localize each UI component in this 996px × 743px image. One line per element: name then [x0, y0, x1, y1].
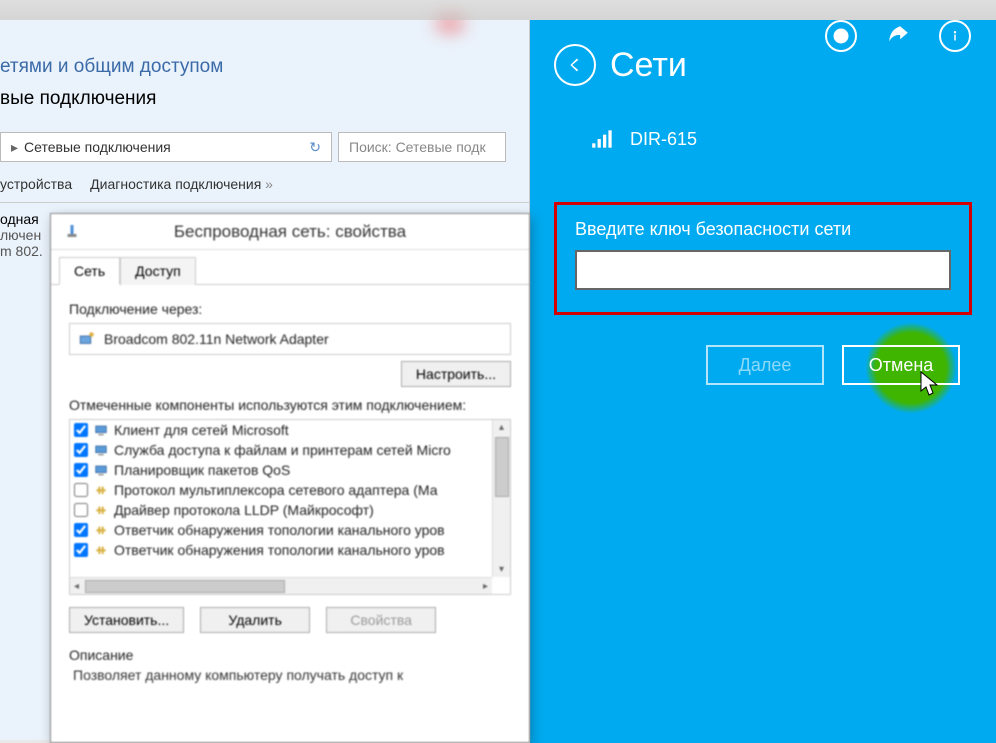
component-icon: [93, 502, 109, 518]
properties-button[interactable]: Свойства: [326, 607, 436, 633]
video-scrub-bar: [0, 0, 996, 20]
component-label: Протокол мультиплексора сетевого адаптер…: [114, 482, 437, 498]
explorer-toolbar: устройства Диагностика подключения »: [0, 170, 529, 198]
info-icon[interactable]: [939, 20, 971, 52]
scroll-left-icon[interactable]: ◂: [70, 581, 83, 592]
adapter-name: Broadcom 802.11n Network Adapter: [104, 331, 329, 347]
component-item[interactable]: Ответчик обнаружения топологии канальног…: [70, 520, 510, 540]
watch-later-icon[interactable]: [825, 20, 857, 52]
share-icon[interactable]: [882, 20, 914, 52]
component-item[interactable]: Клиент для сетей Microsoft: [70, 420, 510, 440]
component-item[interactable]: Служба доступа к файлам и принтерам сете…: [70, 440, 510, 460]
components-listbox[interactable]: Клиент для сетей Microsoft Служба доступа…: [69, 419, 511, 595]
search-placeholder: Поиск: Сетевые подк: [349, 139, 486, 155]
network-adapter-icon: [78, 330, 96, 348]
security-key-input[interactable]: [575, 250, 951, 290]
component-checkbox[interactable]: [74, 463, 88, 477]
networks-charm-panel: Сети DIR-615 Введите ключ безопасности с…: [530, 20, 996, 743]
connect-via-label: Подключение через:: [69, 301, 511, 317]
component-item[interactable]: Драйвер протокола LLDP (Майкрософт): [70, 500, 510, 520]
cancel-button[interactable]: Отмена: [842, 345, 960, 385]
highlight-annotation: Введите ключ безопасности сети: [554, 202, 972, 315]
security-key-label: Введите ключ безопасности сети: [575, 219, 951, 240]
component-icon: [93, 422, 109, 438]
component-icon: [93, 442, 109, 458]
component-checkbox[interactable]: [74, 523, 88, 537]
install-button[interactable]: Установить...: [69, 607, 184, 633]
breadcrumb-text: Сетевые подключения: [24, 139, 171, 155]
component-label: Ответчик обнаружения топологии канальног…: [114, 542, 445, 558]
component-icon: [93, 542, 109, 558]
back-button[interactable]: [554, 44, 596, 86]
breadcrumb[interactable]: ▸ Сетевые подключения ↻: [0, 132, 332, 162]
component-item[interactable]: Протокол мультиплексора сетевого адаптер…: [70, 480, 510, 500]
component-label: Планировщик пакетов QoS: [114, 462, 290, 478]
component-checkbox[interactable]: [74, 483, 88, 497]
explorer-title-2: вые подключения: [0, 82, 529, 132]
description-heading: Описание: [69, 647, 511, 663]
scroll-thumb[interactable]: [85, 580, 285, 593]
wifi-signal-icon: [590, 126, 616, 152]
tabstrip: Сеть Доступ: [51, 250, 529, 285]
scroll-right-icon[interactable]: ▸: [479, 581, 492, 592]
tab-network[interactable]: Сеть: [59, 257, 120, 285]
video-overlay-controls: [825, 20, 971, 52]
component-icon: [93, 522, 109, 538]
component-icon: [93, 462, 109, 478]
next-button[interactable]: Далее: [706, 345, 824, 385]
scroll-down-icon[interactable]: ▾: [497, 562, 506, 577]
component-label: Служба доступа к файлам и принтерам сете…: [114, 442, 451, 458]
component-label: Клиент для сетей Microsoft: [114, 422, 289, 438]
scroll-thumb[interactable]: [495, 437, 509, 497]
scroll-up-icon[interactable]: ▴: [497, 420, 506, 435]
tab-access[interactable]: Доступ: [120, 257, 196, 285]
component-label: Ответчик обнаружения топологии канальног…: [114, 522, 445, 538]
network-name: DIR-615: [630, 129, 697, 150]
wifi-icon: [63, 222, 81, 240]
remove-button[interactable]: Удалить: [200, 607, 310, 633]
toolbar-item[interactable]: устройства: [0, 176, 72, 192]
dialog-titlebar[interactable]: Беспроводная сеть: свойства: [51, 214, 529, 250]
vertical-scrollbar[interactable]: ▴ ▾: [492, 420, 510, 577]
component-item[interactable]: Планировщик пакетов QoS: [70, 460, 510, 480]
component-icon: [93, 482, 109, 498]
description-text: Позволяет данному компьютеру получать до…: [69, 667, 511, 683]
configure-button[interactable]: Настроить...: [401, 361, 511, 387]
components-label: Отмеченные компоненты используются этим …: [69, 397, 511, 413]
component-checkbox[interactable]: [74, 443, 88, 457]
refresh-icon[interactable]: ↻: [309, 139, 321, 156]
adapter-box: Broadcom 802.11n Network Adapter: [69, 323, 511, 355]
component-item[interactable]: Ответчик обнаружения топологии канальног…: [70, 540, 510, 560]
charm-title: Сети: [610, 46, 687, 85]
toolbar-item[interactable]: Диагностика подключения »: [90, 176, 273, 192]
dialog-title: Беспроводная сеть: свойства: [174, 222, 406, 242]
component-checkbox[interactable]: [74, 423, 88, 437]
wireless-properties-dialog: Беспроводная сеть: свойства Сеть Доступ …: [50, 213, 530, 743]
network-item[interactable]: DIR-615: [530, 116, 996, 162]
horizontal-scrollbar[interactable]: ◂ ▸: [70, 577, 492, 594]
search-box[interactable]: Поиск: Сетевые подк: [338, 132, 506, 162]
component-checkbox[interactable]: [74, 503, 88, 517]
component-checkbox[interactable]: [74, 543, 88, 557]
component-label: Драйвер протокола LLDP (Майкрософт): [114, 502, 374, 518]
